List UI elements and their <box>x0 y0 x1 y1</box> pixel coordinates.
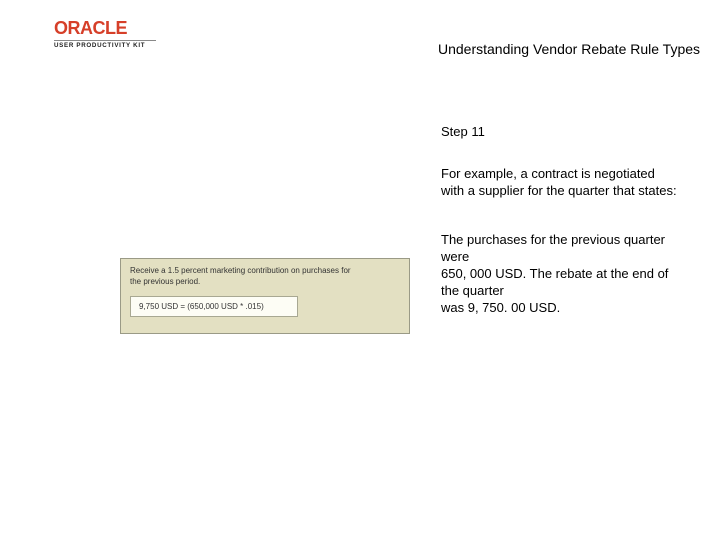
figure-desc-line-2: the previous period. <box>130 277 200 286</box>
example-figure: Receive a 1.5 percent marketing contribu… <box>120 258 410 334</box>
figure-desc-line-1: Receive a 1.5 percent marketing contribu… <box>130 266 351 275</box>
example-paragraph: The purchases for the previous quarter w… <box>441 232 681 316</box>
figure-description: Receive a 1.5 percent marketing contribu… <box>130 266 400 288</box>
brand-name: ORACLE <box>54 18 156 39</box>
page-header: ORACLE USER PRODUCTIVITY KIT Understandi… <box>0 18 720 62</box>
example-line-2: 650, 000 USD. The rebate at the end of t… <box>441 266 668 298</box>
brand-logo: ORACLE USER PRODUCTIVITY KIT <box>54 18 156 49</box>
brand-subtitle: USER PRODUCTIVITY KIT <box>54 40 156 49</box>
example-line-3: was 9, 750. 00 USD. <box>441 300 560 315</box>
example-line-1: The purchases for the previous quarter w… <box>441 232 665 264</box>
formula-box: 9,750 USD = (650,000 USD * .015) <box>130 296 298 317</box>
intro-paragraph: For example, a contract is negotiated wi… <box>441 166 681 200</box>
formula-text: 9,750 USD = (650,000 USD * .015) <box>139 302 289 311</box>
page-title: Understanding Vendor Rebate Rule Types <box>438 41 700 57</box>
step-label: Step 11 <box>441 124 485 139</box>
